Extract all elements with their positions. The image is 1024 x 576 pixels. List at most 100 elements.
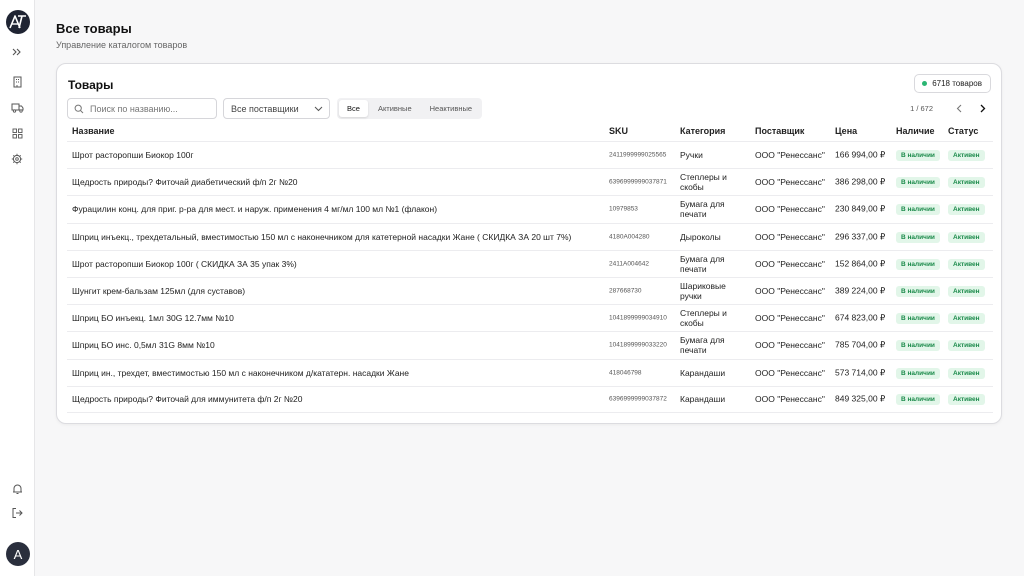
product-supplier: ООО "Ренессанс" [755, 394, 825, 405]
stock-badge: В наличии [896, 286, 940, 298]
gear-icon[interactable] [9, 151, 25, 167]
search-icon [74, 104, 84, 113]
bell-icon[interactable] [9, 481, 25, 497]
product-sku: 2411999999025565 [609, 151, 667, 159]
app-logo[interactable] [6, 10, 30, 34]
product-category: Бумага для печати [680, 253, 725, 274]
product-name: Шунгит крем-бальзам 125мл (для суставов) [72, 286, 246, 297]
product-category: Карандаши [680, 394, 726, 405]
product-count-badge: 6718 товаров [914, 74, 991, 93]
column-header-price[interactable]: Цена [835, 126, 857, 136]
status-badge: Активен [948, 150, 985, 162]
pagination: 1 / 672 [910, 100, 991, 116]
status-cell: Активен [948, 367, 985, 379]
column-header-stock[interactable]: Наличие [896, 126, 935, 136]
product-name: Шприц ин., трехдет, вместимостью 150 мл … [72, 367, 409, 378]
table-row[interactable]: Шрот расторопши Биокор 100г ( СКИДКА ЗА … [67, 249, 993, 277]
stock-badge: В наличии [896, 177, 940, 189]
stock-badge: В наличии [896, 150, 940, 162]
stock-cell: В наличии [896, 393, 940, 406]
product-supplier: ООО "Ренессанс" [755, 231, 825, 242]
stock-cell: В наличии [896, 149, 940, 162]
product-price: 152 864,00 ₽ [835, 258, 886, 269]
status-cell: Активен [948, 339, 985, 352]
product-price: 386 298,00 ₽ [835, 176, 886, 187]
status-badge: Активен [948, 177, 985, 189]
status-badge: Активен [948, 286, 985, 298]
stock-cell: В наличии [896, 285, 940, 298]
product-sku: 10979853 [609, 205, 638, 213]
product-sku: 4180A004280 [609, 233, 650, 241]
next-page-button[interactable] [975, 100, 991, 116]
stock-cell: В наличии [896, 231, 940, 243]
chevron-right-icon [980, 104, 986, 112]
stock-badge: В наличии [896, 313, 940, 325]
product-name: Фурацилин конц. для приг. р-ра для мест.… [72, 204, 438, 215]
chevron-left-icon [956, 104, 962, 112]
filter-tab-all[interactable]: Все [339, 100, 368, 117]
status-badge: Активен [948, 394, 985, 406]
table-row[interactable]: Щедрость природы? Фиточай для иммунитета… [67, 385, 993, 413]
chevrons-right-icon[interactable] [9, 44, 25, 60]
supplier-select[interactable]: Все поставщики [223, 98, 330, 119]
table-row[interactable]: Шприц ин., трехдет, вместимостью 150 мл … [67, 358, 993, 386]
status-badge: Активен [948, 204, 985, 216]
chevron-down-icon [314, 106, 323, 111]
sidebar: A [0, 0, 35, 576]
stock-cell: В наличии [896, 312, 940, 325]
status-badge: Активен [948, 258, 985, 270]
stock-badge: В наличии [896, 340, 940, 352]
product-price: 230 849,00 ₽ [835, 203, 886, 214]
product-count-label: 6718 товаров [932, 79, 982, 88]
product-supplier: ООО "Ренессанс" [755, 340, 825, 351]
column-header-status[interactable]: Статус [948, 126, 978, 136]
search-box[interactable] [67, 98, 217, 119]
table-row[interactable]: Шприц БО инъекц. 1мл 30G 12.7мм №10 10418… [67, 304, 993, 331]
grid-icon[interactable] [9, 125, 25, 141]
status-dot-icon [922, 81, 928, 86]
stock-badge: В наличии [896, 367, 940, 379]
logout-icon[interactable] [9, 505, 25, 521]
table-row[interactable]: Щедрость природы? Фиточай диабетический … [67, 168, 993, 195]
product-category: Степлеры и скобы [680, 172, 727, 193]
product-sku: 2411A004642 [609, 260, 650, 268]
product-name: Шрот расторопши Биокор 100г [72, 150, 194, 161]
prev-page-button[interactable] [951, 100, 967, 116]
table-row[interactable]: Шрот расторопши Биокор 100г 2411999999025… [67, 141, 993, 168]
product-sku: 287668730 [609, 287, 642, 295]
search-input[interactable] [90, 103, 210, 114]
table-row[interactable]: Шприц БО инс. 0,5мл 31G 8мм №10 104189999… [67, 331, 993, 358]
stock-badge: В наличии [896, 258, 940, 270]
card-title: Товары [68, 78, 114, 92]
table-row[interactable]: Шунгит крем-бальзам 125мл (для суставов)… [67, 276, 993, 304]
pagination-label: 1 / 672 [910, 103, 933, 113]
table-row[interactable]: Фурацилин конц. для приг. р-ра для мест.… [67, 195, 993, 222]
product-supplier: ООО "Ренессанс" [755, 150, 825, 161]
column-header-supplier[interactable]: Поставщик [755, 126, 804, 136]
product-name: Шприц БО инс. 0,5мл 31G 8мм №10 [72, 340, 215, 351]
logo-mark-icon [9, 15, 26, 29]
product-price: 849 325,00 ₽ [835, 393, 886, 404]
product-supplier: ООО "Ренессанс" [755, 367, 825, 378]
building-icon[interactable] [9, 74, 25, 90]
product-category: Степлеры и скобы [680, 308, 727, 329]
table-body: Шрот расторопши Биокор 100г 2411999999025… [67, 141, 993, 413]
status-cell: Активен [948, 312, 985, 325]
product-supplier: ООО "Ренессанс" [755, 286, 825, 297]
column-header-sku[interactable]: SKU [609, 126, 628, 136]
product-category: Ручки [680, 150, 703, 161]
column-header-name[interactable]: Название [72, 126, 114, 136]
product-supplier: ООО "Ренессанс" [755, 258, 825, 269]
stock-cell: В наличии [896, 367, 940, 379]
status-badge: Активен [948, 313, 985, 325]
column-header-category[interactable]: Категория [680, 126, 725, 136]
table-row[interactable]: Шприц инъекц., трехдетальный, вместимост… [67, 222, 993, 250]
truck-icon[interactable] [9, 99, 25, 115]
product-price: 785 704,00 ₽ [835, 339, 886, 350]
avatar[interactable]: A [6, 542, 30, 566]
filter-tab-active[interactable]: Активные [370, 100, 420, 117]
page-subtitle: Управление каталогом товаров [56, 40, 188, 50]
product-name: Шприц инъекц., трехдетальный, вместимост… [72, 231, 572, 242]
filter-tab-inactive[interactable]: Неактивные [422, 100, 480, 117]
product-name: Шрот расторопши Биокор 100г ( СКИДКА ЗА … [72, 258, 297, 269]
